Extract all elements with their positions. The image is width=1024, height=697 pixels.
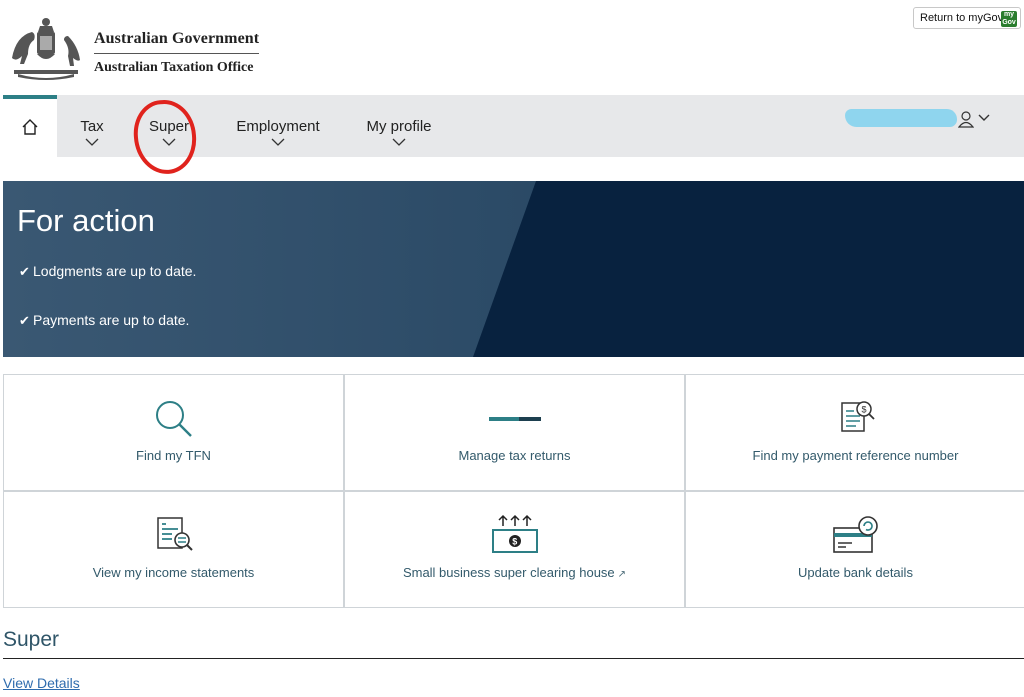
tile-label: Find my payment reference number	[752, 448, 959, 463]
home-icon	[22, 119, 38, 135]
user-icon	[958, 111, 974, 128]
chevron-down-icon	[162, 138, 176, 146]
statement-search-icon	[156, 517, 193, 551]
tile-find-payment-reference[interactable]: $ Find my payment reference number	[685, 374, 1024, 491]
nav-home-tab[interactable]	[3, 95, 57, 157]
tile-label: View my income statements	[92, 565, 255, 580]
banner-item-text: Lodgments are up to date.	[33, 263, 197, 279]
svg-text:$: $	[861, 405, 866, 415]
magnifier-icon	[155, 401, 192, 437]
chevron-down-icon	[271, 138, 285, 146]
checkmark-icon: ✔	[19, 313, 30, 328]
nav-item-tax[interactable]: Tax	[69, 95, 115, 157]
nav-item-tax-label: Tax	[80, 118, 104, 135]
tile-label: Manage tax returns	[458, 448, 571, 463]
chevron-down-icon	[392, 138, 406, 146]
main-navigation: Tax Super Employment My profile	[3, 95, 1024, 157]
document-search-icon: $	[840, 401, 875, 432]
nav-item-my-profile[interactable]: My profile	[359, 95, 439, 157]
nav-item-super[interactable]: Super	[142, 95, 196, 157]
tile-find-my-tfn[interactable]: Find my TFN	[3, 374, 344, 491]
section-divider	[3, 658, 1024, 659]
nav-item-super-label: Super	[148, 118, 190, 135]
tile-label: Find my TFN	[136, 448, 211, 463]
external-link-icon: ↗	[617, 569, 627, 580]
return-to-mygov-label: Return to myGov	[920, 12, 1004, 24]
banner-title: For action	[17, 203, 155, 238]
return-to-mygov-button[interactable]: Return to myGov my Gov	[913, 7, 1021, 29]
checkmark-icon: ✔	[19, 264, 30, 279]
nav-item-my-profile-label: My profile	[366, 118, 432, 135]
redacted-username	[845, 109, 957, 127]
government-wordmark: Australian Government Australian Taxatio…	[94, 30, 260, 76]
coat-of-arms-logo	[12, 18, 80, 80]
super-section-heading: Super	[3, 628, 60, 651]
tile-label: Update bank details	[798, 565, 913, 580]
banner-item-payments: ✔ Payments are up to date.	[19, 312, 189, 329]
mygov-logo: my Gov	[1001, 11, 1017, 27]
tile-view-income-statements[interactable]: View my income statements	[3, 491, 344, 608]
tile-update-bank-details[interactable]: Update bank details	[685, 491, 1024, 608]
view-details-link[interactable]: View Details	[3, 675, 80, 691]
progress-bar-icon	[488, 417, 541, 421]
chevron-down-icon	[978, 114, 990, 121]
quick-links-grid: Find my TFN Manage tax returns $ Find my…	[3, 374, 1024, 608]
for-action-banner: For action ✔ Lodgments are up to date. ✔ P…	[3, 181, 1024, 357]
nav-item-employment-label: Employment	[236, 118, 320, 135]
bank-card-refresh-icon	[832, 516, 878, 553]
government-name: Australian Government	[94, 30, 260, 54]
tile-small-business-super-clearing-house[interactable]: $ Small business super clearing house ↗	[344, 491, 685, 608]
svg-text:$: $	[512, 537, 517, 547]
chevron-down-icon	[85, 138, 99, 146]
tile-label: Small business super clearing house	[402, 565, 615, 580]
money-upload-icon: $	[491, 514, 538, 553]
nav-item-employment[interactable]: Employment	[228, 95, 328, 157]
banner-item-lodgments: ✔ Lodgments are up to date.	[19, 263, 196, 280]
banner-item-text: Payments are up to date.	[33, 312, 190, 328]
user-menu-button[interactable]	[958, 109, 992, 129]
tile-label-container: Small business super clearing house ↗	[345, 565, 684, 580]
site-header: Australian Government Australian Taxatio…	[0, 0, 1024, 95]
tile-manage-tax-returns[interactable]: Manage tax returns	[344, 374, 685, 491]
agency-name: Australian Taxation Office	[94, 60, 254, 75]
